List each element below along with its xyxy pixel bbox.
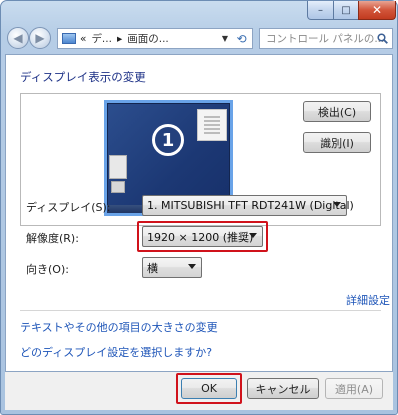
advanced-settings-link[interactable]: 詳細設定 <box>346 292 390 308</box>
mini-gadget-icon <box>109 155 127 179</box>
control-panel-icon <box>62 33 76 44</box>
search-icon[interactable] <box>377 33 388 44</box>
chevron-down-icon <box>188 264 196 269</box>
resolution-select[interactable]: 1920 × 1200 (推奨) <box>142 226 263 247</box>
orientation-select-value: 横 <box>147 261 158 275</box>
divider <box>20 310 381 311</box>
breadcrumb-item[interactable]: デ... <box>91 31 112 46</box>
breadcrumb-item-current[interactable]: 画面の... <box>127 31 169 46</box>
refresh-icon: ⟲ <box>236 31 247 46</box>
title-bar: – □ ✕ <box>1 1 397 23</box>
forward-button[interactable]: ▶ <box>29 27 51 49</box>
display-select-value: 1. MITSUBISHI TFT RDT241W (Digital) <box>147 199 354 212</box>
minimize-button[interactable]: – <box>307 1 334 20</box>
page-title: ディスプレイ表示の変更 <box>20 70 146 84</box>
search-input[interactable]: コントロール パネルの... <box>259 28 393 49</box>
orientation-select[interactable]: 横 <box>142 257 202 278</box>
refresh-button[interactable]: ⟲ <box>231 28 253 49</box>
resolution-select-value: 1920 × 1200 (推奨) <box>147 230 254 244</box>
identify-button[interactable]: 識別(I) <box>303 132 371 153</box>
text-size-link[interactable]: テキストやその他の項目の大きさの変更 <box>20 319 218 335</box>
which-setting-link[interactable]: どのディスプレイ設定を選択しますか? <box>20 344 212 360</box>
settings-panel: ディスプレイ表示の変更 1 検出(C) 識別(I) ディスプレイ(S): 1. … <box>5 54 393 372</box>
breadcrumb-separator[interactable]: ▸ <box>117 33 122 45</box>
chevron-down-icon <box>333 202 341 207</box>
navigation-bar: ◀ ▶ « デ... ▸ 画面の... ▼ ⟲ コントロール パネルの... <box>5 25 395 51</box>
window-frame: – □ ✕ ◀ ▶ « デ... ▸ 画面の... ▼ ⟲ コントロール パネル… <box>0 0 398 415</box>
address-bar[interactable]: « デ... ▸ 画面の... <box>57 28 245 49</box>
breadcrumb-overflow[interactable]: « <box>80 33 86 45</box>
display-label: ディスプレイ(S): <box>26 201 111 214</box>
display-select[interactable]: 1. MITSUBISHI TFT RDT241W (Digital) <box>142 195 354 216</box>
cancel-button[interactable]: キャンセル <box>247 378 319 399</box>
back-button[interactable]: ◀ <box>7 27 29 49</box>
search-placeholder: コントロール パネルの... <box>266 33 385 45</box>
resolution-label: 解像度(R): <box>26 232 79 245</box>
detect-button[interactable]: 検出(C) <box>303 101 371 122</box>
apply-button[interactable]: 適用(A) <box>325 378 383 399</box>
orientation-label: 向き(O): <box>26 263 69 276</box>
address-dropdown-icon[interactable]: ▼ <box>219 28 231 49</box>
maximize-button[interactable]: □ <box>333 1 359 20</box>
close-button[interactable]: ✕ <box>358 1 396 20</box>
monitor-number-badge: 1 <box>152 124 184 156</box>
mini-window-icon <box>197 109 227 141</box>
mini-gadget-icon <box>111 181 125 193</box>
ok-button[interactable]: OK <box>181 378 237 399</box>
chevron-down-icon <box>249 233 257 238</box>
